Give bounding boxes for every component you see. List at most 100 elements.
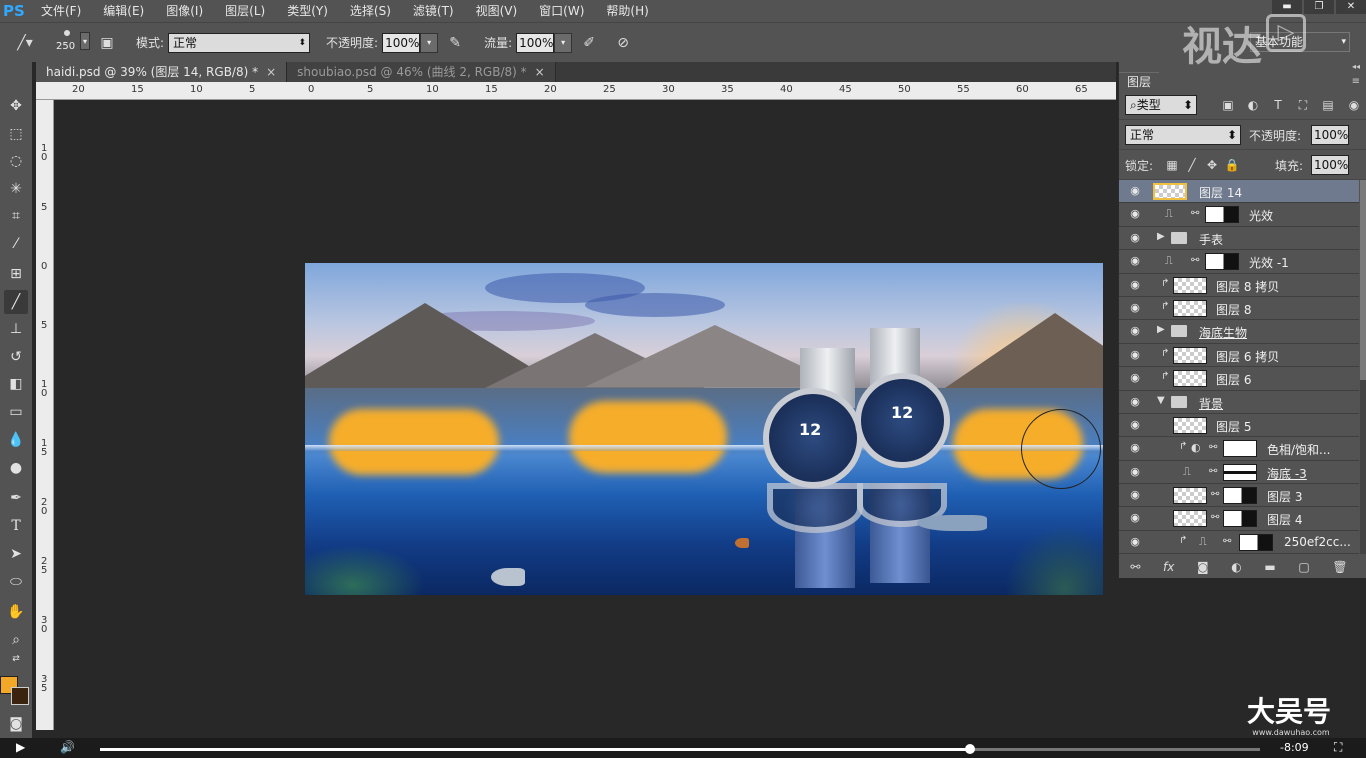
- video-progress-knob[interactable]: [965, 744, 975, 754]
- menu-item[interactable]: 帮助(H): [595, 0, 659, 22]
- visibility-eye-icon[interactable]: ◉: [1127, 324, 1143, 338]
- new-group-icon[interactable]: ▬: [1264, 560, 1275, 574]
- layers-scrollbar[interactable]: [1360, 180, 1366, 554]
- document-tab[interactable]: shoubiao.psd @ 46% (曲线 2, RGB/8) * ×: [287, 62, 556, 82]
- close-icon[interactable]: ✕: [1336, 0, 1366, 14]
- fill-input[interactable]: 100%: [1311, 155, 1349, 175]
- pixel-filter-icon[interactable]: ▣: [1219, 96, 1237, 114]
- menu-item[interactable]: 窗口(W): [528, 0, 595, 22]
- menu-item[interactable]: 滤镜(T): [402, 0, 465, 22]
- pen-tool-icon[interactable]: ✒: [4, 486, 28, 510]
- layer-opacity-input[interactable]: 100%: [1311, 125, 1349, 145]
- ellipse-tool-icon[interactable]: ⬭: [4, 570, 28, 594]
- lasso-tool-icon[interactable]: ◌: [4, 149, 28, 173]
- close-tab-icon[interactable]: ×: [535, 65, 545, 79]
- gradient-tool-icon[interactable]: ▭: [4, 400, 28, 424]
- visibility-eye-icon[interactable]: ◉: [1127, 511, 1143, 525]
- blend-mode-select[interactable]: 正常 ⬍: [1125, 125, 1241, 145]
- brush-size-picker[interactable]: 250 ▾: [50, 28, 90, 58]
- play-icon[interactable]: ▶: [16, 740, 25, 754]
- layer-row[interactable]: ◉ ⚯ 图层 4: [1119, 507, 1359, 531]
- link-layers-icon[interactable]: ⚯: [1130, 560, 1140, 574]
- layer-row[interactable]: ◉ ▶ 手表: [1119, 226, 1359, 251]
- volume-icon[interactable]: 🔊: [60, 740, 75, 754]
- visibility-eye-icon[interactable]: ◉: [1127, 418, 1143, 432]
- type-tool-icon[interactable]: T: [4, 514, 28, 538]
- layer-row[interactable]: ◉ ↱ 图层 6: [1119, 367, 1359, 391]
- layer-row[interactable]: ◉ ↱ 图层 8 拷贝: [1119, 273, 1359, 297]
- visibility-eye-icon[interactable]: ◉: [1127, 184, 1143, 198]
- document-image[interactable]: 12 12: [305, 263, 1103, 595]
- layers-tab[interactable]: 图层: [1119, 72, 1160, 90]
- visibility-eye-icon[interactable]: ◉: [1127, 488, 1143, 502]
- new-layer-icon[interactable]: ▢: [1298, 560, 1309, 574]
- visibility-eye-icon[interactable]: ◉: [1127, 301, 1143, 315]
- lock-all-icon[interactable]: 🔒: [1223, 156, 1241, 174]
- move-tool-icon[interactable]: ✥: [4, 94, 28, 118]
- visibility-eye-icon[interactable]: ◉: [1127, 441, 1143, 455]
- mode-select[interactable]: 正常 ⬍: [168, 32, 311, 53]
- panel-menu-icon[interactable]: ≡: [1352, 76, 1360, 87]
- layer-row[interactable]: ◉ 图层 5: [1119, 413, 1359, 438]
- layer-row[interactable]: ◉ ↱ 图层 8: [1119, 296, 1359, 321]
- layer-row[interactable]: ◉ ⚯ 图层 3: [1119, 484, 1359, 508]
- layer-row[interactable]: ◉ ▼ 背景: [1119, 390, 1359, 414]
- document-tab[interactable]: haidi.psd @ 39% (图层 14, RGB/8) * ×: [36, 62, 288, 82]
- menu-item[interactable]: 视图(V): [465, 0, 529, 22]
- smart-object-filter-icon[interactable]: ▤: [1319, 96, 1337, 114]
- blur-tool-icon[interactable]: 💧: [4, 428, 28, 452]
- visibility-eye-icon[interactable]: ◉: [1127, 231, 1143, 245]
- history-brush-tool-icon[interactable]: ↺: [4, 345, 28, 369]
- swap-colors-icon[interactable]: ⇄: [4, 652, 28, 666]
- lock-image-icon[interactable]: ╱: [1183, 156, 1201, 174]
- eyedropper-tool-icon[interactable]: ⁄: [4, 232, 28, 256]
- layer-row[interactable]: ◉ ↱ ◐ ⚯ 色相/饱和...: [1119, 437, 1359, 461]
- eraser-tool-icon[interactable]: ◧: [4, 372, 28, 396]
- zoom-tool-icon[interactable]: ⌕: [4, 628, 28, 652]
- brush-size-dropdown-icon[interactable]: ▾: [80, 31, 90, 50]
- fullscreen-icon[interactable]: ⛶: [1334, 740, 1342, 755]
- flow-input[interactable]: 100%: [516, 32, 555, 53]
- hand-tool-icon[interactable]: ✋: [4, 600, 28, 624]
- crop-tool-icon[interactable]: ⌗: [4, 204, 28, 228]
- fx-icon[interactable]: fx: [1163, 560, 1174, 574]
- opacity-dropdown-icon[interactable]: ▾: [420, 32, 439, 53]
- background-color-swatch[interactable]: [11, 687, 29, 705]
- menu-item[interactable]: 图层(L): [214, 0, 276, 22]
- menu-item[interactable]: 图像(I): [155, 0, 214, 22]
- menu-item[interactable]: 编辑(E): [92, 0, 155, 22]
- brush-panel-toggle-icon[interactable]: ▣: [96, 32, 118, 54]
- scrollbar-thumb[interactable]: [1360, 180, 1366, 380]
- trash-icon[interactable]: 🗑: [1332, 560, 1347, 574]
- video-progress-track[interactable]: [100, 744, 1260, 754]
- panel-collapse-icon[interactable]: ◂◂: [1352, 62, 1360, 71]
- marquee-tool-icon[interactable]: ⬚: [4, 122, 28, 146]
- visibility-eye-icon[interactable]: ◉: [1127, 254, 1143, 268]
- layer-row[interactable]: ◉ ⎍ ⚯ 光效: [1119, 203, 1359, 227]
- lock-transparent-icon[interactable]: ▦: [1163, 156, 1181, 174]
- flow-dropdown-icon[interactable]: ▾: [554, 32, 573, 53]
- visibility-eye-icon[interactable]: ◉: [1127, 207, 1143, 221]
- layer-row[interactable]: ◉ ▶ 海底生物: [1119, 320, 1359, 344]
- opacity-input[interactable]: 100%: [382, 32, 421, 53]
- visibility-eye-icon[interactable]: ◉: [1127, 395, 1143, 409]
- clone-stamp-tool-icon[interactable]: ⊥: [4, 317, 28, 341]
- filter-toggle-icon[interactable]: ◉: [1345, 96, 1363, 114]
- visibility-eye-icon[interactable]: ◉: [1127, 278, 1143, 292]
- close-tab-icon[interactable]: ×: [266, 65, 276, 79]
- layer-row[interactable]: ◉ ↱ 图层 6 拷贝: [1119, 343, 1359, 368]
- path-selection-tool-icon[interactable]: ➤: [4, 542, 28, 566]
- layer-row[interactable]: ◉ ↱ ⎍ ⚯ 250ef2cc...: [1119, 530, 1359, 554]
- visibility-eye-icon[interactable]: ◉: [1127, 371, 1143, 385]
- layer-row[interactable]: ◉ 图层 14: [1119, 180, 1359, 204]
- visibility-eye-icon[interactable]: ◉: [1127, 535, 1143, 549]
- quick-mask-icon[interactable]: ◙: [4, 712, 28, 736]
- pressure-size-icon[interactable]: ⊘: [612, 32, 634, 54]
- pressure-opacity-icon[interactable]: ✎: [444, 32, 466, 54]
- lock-position-icon[interactable]: ✥: [1203, 156, 1221, 174]
- menu-item[interactable]: 类型(Y): [276, 0, 339, 22]
- minimize-icon[interactable]: ▬: [1272, 0, 1302, 14]
- brush-tool-preset-icon[interactable]: ╱▾: [14, 32, 36, 54]
- maximize-icon[interactable]: ❐: [1304, 0, 1334, 14]
- dodge-tool-icon[interactable]: ●: [4, 456, 28, 480]
